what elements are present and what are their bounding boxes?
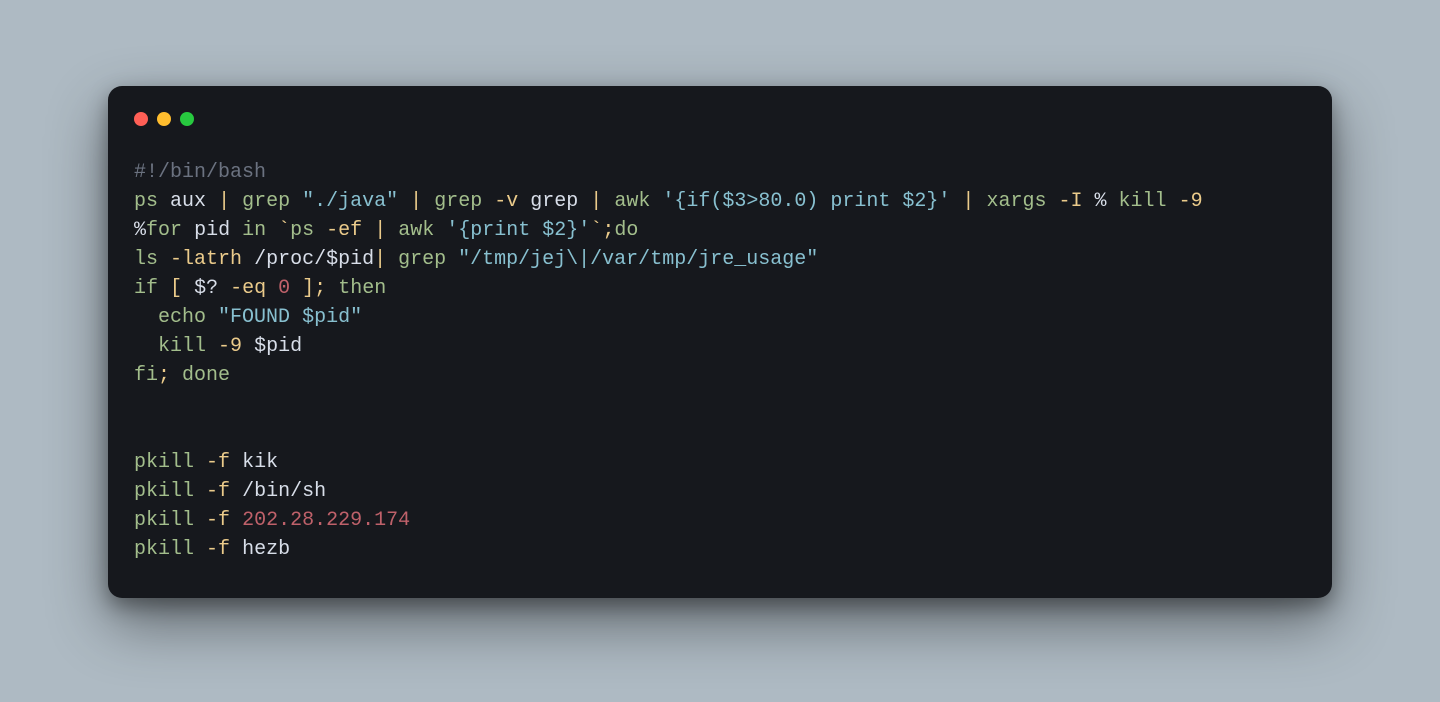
- arg: %: [1095, 190, 1107, 213]
- var: $?: [194, 277, 218, 300]
- flag: -9: [218, 335, 242, 358]
- semicolon-icon: ;: [314, 277, 326, 300]
- flag: -9: [1179, 190, 1203, 213]
- arg: grep: [530, 190, 578, 213]
- var: $pid: [254, 335, 302, 358]
- flag: -ef: [326, 219, 362, 242]
- flag: -eq: [230, 277, 266, 300]
- bracket-icon: [: [170, 277, 182, 300]
- cmd-grep: grep: [242, 190, 290, 213]
- flag: -f: [206, 480, 230, 503]
- string-literal: ": [350, 306, 362, 329]
- cmd-awk: awk: [398, 219, 434, 242]
- number: 0: [278, 277, 290, 300]
- cmd-xargs: xargs: [986, 190, 1046, 213]
- backtick-icon: `: [590, 219, 602, 242]
- cmd-pkill: pkill: [134, 538, 194, 561]
- flag: -I: [1058, 190, 1082, 213]
- string-literal: "./java": [302, 190, 398, 213]
- arg-aux: aux: [170, 190, 206, 213]
- pipe-icon: |: [374, 248, 386, 271]
- shebang: #!/bin/bash: [134, 161, 266, 184]
- cmd-grep: grep: [434, 190, 482, 213]
- page-background: #!/bin/bash ps aux | grep "./java" | gre…: [0, 0, 1440, 702]
- kw-then: then: [338, 277, 386, 300]
- flag: -f: [206, 509, 230, 532]
- pipe-icon: |: [410, 190, 422, 213]
- cmd-kill: kill: [1119, 190, 1167, 213]
- awk-program: '{print $2}': [446, 219, 590, 242]
- cmd-pkill: pkill: [134, 509, 194, 532]
- awk-program: '{if($3>80.0) print $2}': [662, 190, 950, 213]
- cmd-echo: echo: [158, 306, 206, 329]
- flag: -f: [206, 538, 230, 561]
- var-pid: pid: [194, 219, 230, 242]
- arg: hezb: [242, 538, 290, 561]
- window-titlebar: [134, 108, 1306, 130]
- kw-if: if: [134, 277, 158, 300]
- kw-do: do: [614, 219, 638, 242]
- kw-fi: fi: [134, 364, 158, 387]
- ip-address: 202.28.229.174: [242, 509, 410, 532]
- arg: kik: [242, 451, 278, 474]
- string-literal: "/tmp/jej\|/var/tmp/jre_usage": [458, 248, 818, 271]
- pipe-icon: |: [218, 190, 230, 213]
- cmd-ps: ps: [134, 190, 158, 213]
- terminal-window: #!/bin/bash ps aux | grep "./java" | gre…: [108, 86, 1332, 598]
- close-icon[interactable]: [134, 112, 148, 126]
- pipe-icon: |: [374, 219, 386, 242]
- kw-done: done: [182, 364, 230, 387]
- bracket-icon: ]: [302, 277, 314, 300]
- semicolon-icon: ;: [158, 364, 170, 387]
- minimize-icon[interactable]: [157, 112, 171, 126]
- pipe-icon: |: [962, 190, 974, 213]
- kw-for: f: [146, 219, 158, 242]
- cmd-pkill: pkill: [134, 480, 194, 503]
- cmd-awk: awk: [614, 190, 650, 213]
- semicolon-icon: ;: [602, 219, 614, 242]
- path: /proc/$pid: [254, 248, 374, 271]
- string-literal: "FOUND: [218, 306, 302, 329]
- cmd-pkill: pkill: [134, 451, 194, 474]
- pipe-icon: |: [590, 190, 602, 213]
- maximize-icon[interactable]: [180, 112, 194, 126]
- backtick-icon: `: [278, 219, 290, 242]
- flag: -latrh: [170, 248, 242, 271]
- cmd-ls: ls: [134, 248, 158, 271]
- string-var: $pid: [302, 306, 350, 329]
- flag: -f: [206, 451, 230, 474]
- cmd-ps: ps: [290, 219, 314, 242]
- kw-in: in: [242, 219, 266, 242]
- code-block: #!/bin/bash ps aux | grep "./java" | gre…: [134, 158, 1306, 564]
- wrap-char: %: [134, 219, 146, 242]
- cmd-grep: grep: [398, 248, 446, 271]
- arg: /bin/sh: [242, 480, 326, 503]
- flag: -v: [494, 190, 518, 213]
- cmd-kill: kill: [158, 335, 206, 358]
- kw-for: or: [158, 219, 182, 242]
